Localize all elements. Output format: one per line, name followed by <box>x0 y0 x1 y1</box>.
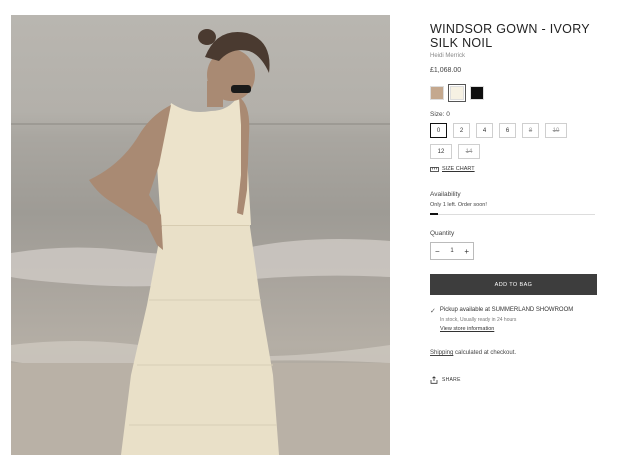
size-option[interactable]: 4 <box>476 123 493 138</box>
product-photo-illustration <box>11 29 390 455</box>
size-option[interactable]: 10 <box>545 123 567 138</box>
pickup-sub: In stock, Usually ready in 24 hours <box>440 317 517 323</box>
share-label: SHARE <box>442 377 461 383</box>
size-label: Size: 0 <box>430 111 450 118</box>
swatch-ivory[interactable] <box>448 84 466 102</box>
check-icon: ✓ <box>430 308 436 315</box>
stock-level-bar <box>430 213 595 215</box>
availability-text: Only 1 left. Order soon! <box>430 202 487 208</box>
size-option[interactable]: 2 <box>453 123 470 138</box>
share-button[interactable]: SHARE <box>430 376 461 384</box>
store-info-link[interactable]: View store information <box>440 326 494 332</box>
share-icon <box>430 376 438 384</box>
size-chart-label: SIZE CHART <box>442 166 475 172</box>
pickup-info: ✓ Pickup available at SUMMERLAND SHOWROO… <box>430 307 573 315</box>
stock-level-fill <box>430 213 439 215</box>
size-option[interactable]: 6 <box>499 123 516 138</box>
shipping-note: Shipping calculated at checkout. <box>430 350 516 356</box>
shipping-link[interactable]: Shipping <box>430 350 453 356</box>
ruler-icon <box>430 166 439 172</box>
size-option[interactable]: 0 <box>430 123 447 138</box>
size-chart-link[interactable]: SIZE CHART <box>430 166 475 172</box>
product-price: £1,068.00 <box>430 67 462 74</box>
size-options: 0 2 4 6 8 10 12 14 <box>430 123 590 159</box>
minus-icon[interactable]: − <box>435 247 440 256</box>
size-option[interactable]: 8 <box>522 123 539 138</box>
product-title: WINDSOR GOWN - IVORY SILK NOIL <box>430 22 590 50</box>
color-swatches <box>430 84 484 102</box>
availability-label: Availability <box>430 191 461 198</box>
swatch-black[interactable] <box>470 86 484 100</box>
size-option[interactable]: 12 <box>430 144 452 159</box>
pickup-line: Pickup available at SUMMERLAND SHOWROOM <box>439 307 574 313</box>
size-option[interactable]: 14 <box>458 144 480 159</box>
brand-name: Heidi Merrick <box>430 53 466 59</box>
quantity-stepper: − 1 + <box>430 242 474 260</box>
shipping-text: calculated at checkout. <box>453 350 517 356</box>
product-image[interactable] <box>11 15 390 455</box>
quantity-label: Quantity <box>430 230 455 237</box>
quantity-value[interactable]: 1 <box>450 248 453 254</box>
swatch-tan[interactable] <box>430 86 444 100</box>
add-to-bag-button[interactable]: ADD TO BAG <box>430 274 597 295</box>
plus-icon[interactable]: + <box>464 247 469 256</box>
